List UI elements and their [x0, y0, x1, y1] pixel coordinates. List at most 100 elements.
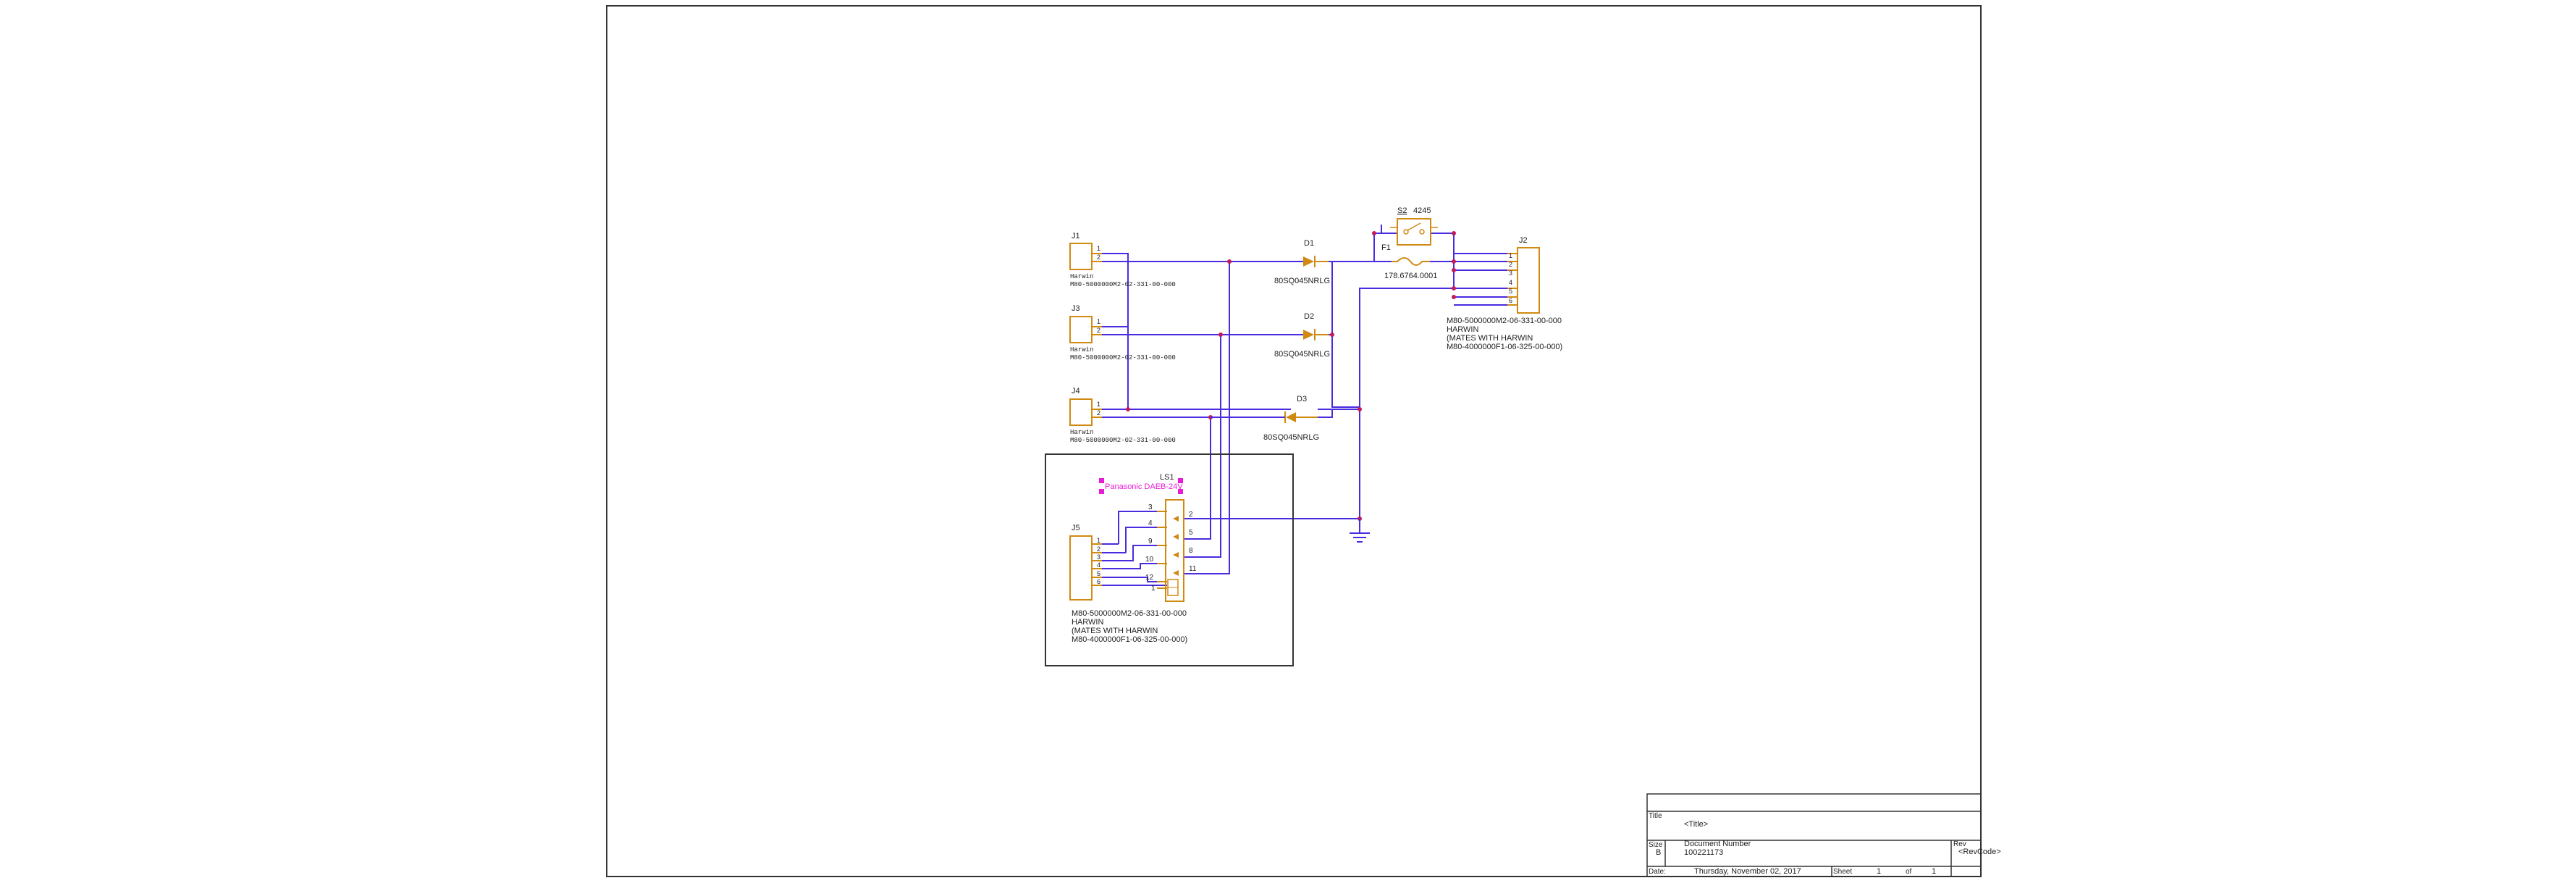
pin-number: 6	[1509, 297, 1512, 304]
part-number: M80-5000000M2-02-331-00-000	[1070, 437, 1176, 444]
pin-number: 1	[1151, 585, 1156, 593]
switch-s2[interactable]: S2 4245	[1390, 206, 1438, 246]
ref-label: J5	[1072, 524, 1080, 532]
pin-number: 8	[1189, 547, 1193, 555]
wire	[1184, 335, 1221, 558]
part-description: M80-5000000M2-06-331-00-000	[1072, 609, 1187, 618]
wire	[1184, 417, 1211, 540]
connector-body	[1069, 316, 1093, 343]
diode-symbol	[1303, 256, 1314, 267]
junction-dot	[1372, 231, 1376, 235]
contact-arrow	[1173, 516, 1179, 522]
pin-number: 4	[1509, 279, 1512, 286]
pin-number: 1	[1509, 252, 1512, 259]
ref-label: LS1	[1160, 473, 1174, 482]
connector-j1[interactable]: J1 1 2 Harwin M80-5000000M2-02-331-00-00…	[1069, 232, 1176, 288]
schematic-canvas: J1 1 2 Harwin M80-5000000M2-02-331-00-00…	[606, 5, 2001, 877]
pin-number: 3	[1509, 269, 1512, 277]
contact-arrow	[1173, 552, 1179, 558]
wire	[1102, 563, 1167, 569]
junction-dot	[1452, 286, 1456, 290]
value-label: 80SQ045NRLG	[1274, 350, 1330, 359]
ref-label: J1	[1072, 232, 1080, 240]
ref-label: D2	[1304, 312, 1314, 321]
sheet-value: 1	[1877, 867, 1881, 876]
pin-number: 4	[1148, 519, 1153, 527]
rev-value: <RevCode>	[1958, 848, 2001, 856]
pin-number: 5	[1097, 570, 1100, 577]
pin-number: 11	[1189, 565, 1197, 573]
wire	[1318, 409, 1333, 418]
wire	[1125, 527, 1167, 553]
pin-number: 3	[1148, 503, 1153, 511]
part-number: M80-5000000M2-02-331-00-000	[1070, 281, 1176, 288]
title-label: Title	[1649, 812, 1662, 820]
part-number: M80-5000000M2-02-331-00-000	[1070, 354, 1176, 361]
value-label: 178.6764.0001	[1384, 272, 1437, 280]
pin-number: 2	[1097, 409, 1100, 417]
part-description: M80-4000000F1-06-325-00-000)	[1072, 635, 1187, 644]
junction-dot	[1452, 259, 1456, 264]
connector-j4[interactable]: J4 1 2 Harwin M80-5000000M2-02-331-00-00…	[1069, 387, 1176, 444]
connector-body	[1069, 398, 1093, 426]
ref-label: D1	[1304, 239, 1314, 248]
part-description: M80-5000000M2-06-331-00-000	[1447, 317, 1562, 325]
pin-number: 3	[1097, 553, 1100, 561]
part-description: HARWIN	[1072, 618, 1103, 627]
title-value: <Title>	[1684, 820, 1708, 829]
manufacturer-label: Harwin	[1070, 273, 1093, 280]
part-description: HARWIN	[1447, 325, 1478, 334]
junction-dot	[1227, 259, 1232, 264]
ref-label: F1	[1381, 243, 1391, 252]
pin-number: 9	[1148, 537, 1153, 545]
junction-dot	[1452, 295, 1456, 299]
connector-j3[interactable]: J3 1 2 Harwin M80-5000000M2-02-331-00-00…	[1069, 304, 1176, 361]
value-label: 80SQ045NRLG	[1263, 433, 1319, 442]
pin-number: 1	[1097, 401, 1100, 408]
pin-number: 5	[1509, 288, 1512, 295]
selection-handle[interactable]	[1099, 489, 1104, 494]
wire	[1373, 233, 1381, 262]
size-value: B	[1656, 848, 1661, 857]
contact-arrow	[1173, 534, 1179, 540]
ref-label: J3	[1072, 304, 1080, 313]
selection-handle[interactable]	[1178, 478, 1183, 483]
pin-number: 2	[1097, 545, 1100, 553]
wire	[1381, 225, 1397, 234]
switch-body	[1397, 218, 1431, 246]
selection-handle[interactable]	[1099, 478, 1104, 483]
manufacturer-label: Harwin	[1070, 346, 1093, 354]
pin-number: 2	[1097, 327, 1100, 334]
manufacturer-label: Harwin	[1070, 429, 1093, 436]
pin-number: 2	[1509, 261, 1512, 268]
sheet-label: Sheet	[1833, 868, 1852, 876]
pin-number: 1	[1097, 537, 1100, 544]
pin-number: 4	[1097, 561, 1100, 569]
value-label: 4245	[1413, 206, 1431, 215]
connector-j5[interactable]: J5 1 2 3 4 5 6 M80-5000000M2-06-331-00-0…	[1069, 524, 1187, 644]
part-description: M80-4000000F1-06-325-00-000)	[1447, 343, 1562, 351]
document-number-value: 100221173	[1684, 848, 1723, 857]
ref-label: S2	[1397, 206, 1407, 215]
value-label: 80SQ045NRLG	[1274, 277, 1330, 285]
pin-number: 1	[1097, 318, 1100, 325]
part-description: (MATES WITH HARWIN	[1072, 627, 1158, 635]
ref-label: D3	[1297, 395, 1307, 403]
ref-label: J4	[1072, 387, 1080, 396]
switch-lever	[1407, 222, 1421, 231]
junction-dot	[1358, 407, 1362, 411]
ground-symbol	[1350, 519, 1370, 543]
date-label: Date:	[1649, 868, 1666, 876]
junction-dot	[1452, 268, 1456, 272]
wire	[1102, 253, 1129, 409]
of-label: of	[1906, 868, 1912, 876]
selection-handle[interactable]	[1178, 489, 1183, 494]
wire	[1329, 261, 1454, 408]
part-description: (MATES WITH HARWIN	[1447, 334, 1533, 343]
pin-number: 5	[1189, 529, 1193, 537]
value-label: Panasonic DAEB-24V	[1105, 482, 1183, 491]
junction-dot	[1452, 231, 1456, 235]
pin-number: 2	[1189, 511, 1193, 519]
junction-dot	[1330, 332, 1334, 337]
wire	[1431, 233, 1455, 262]
